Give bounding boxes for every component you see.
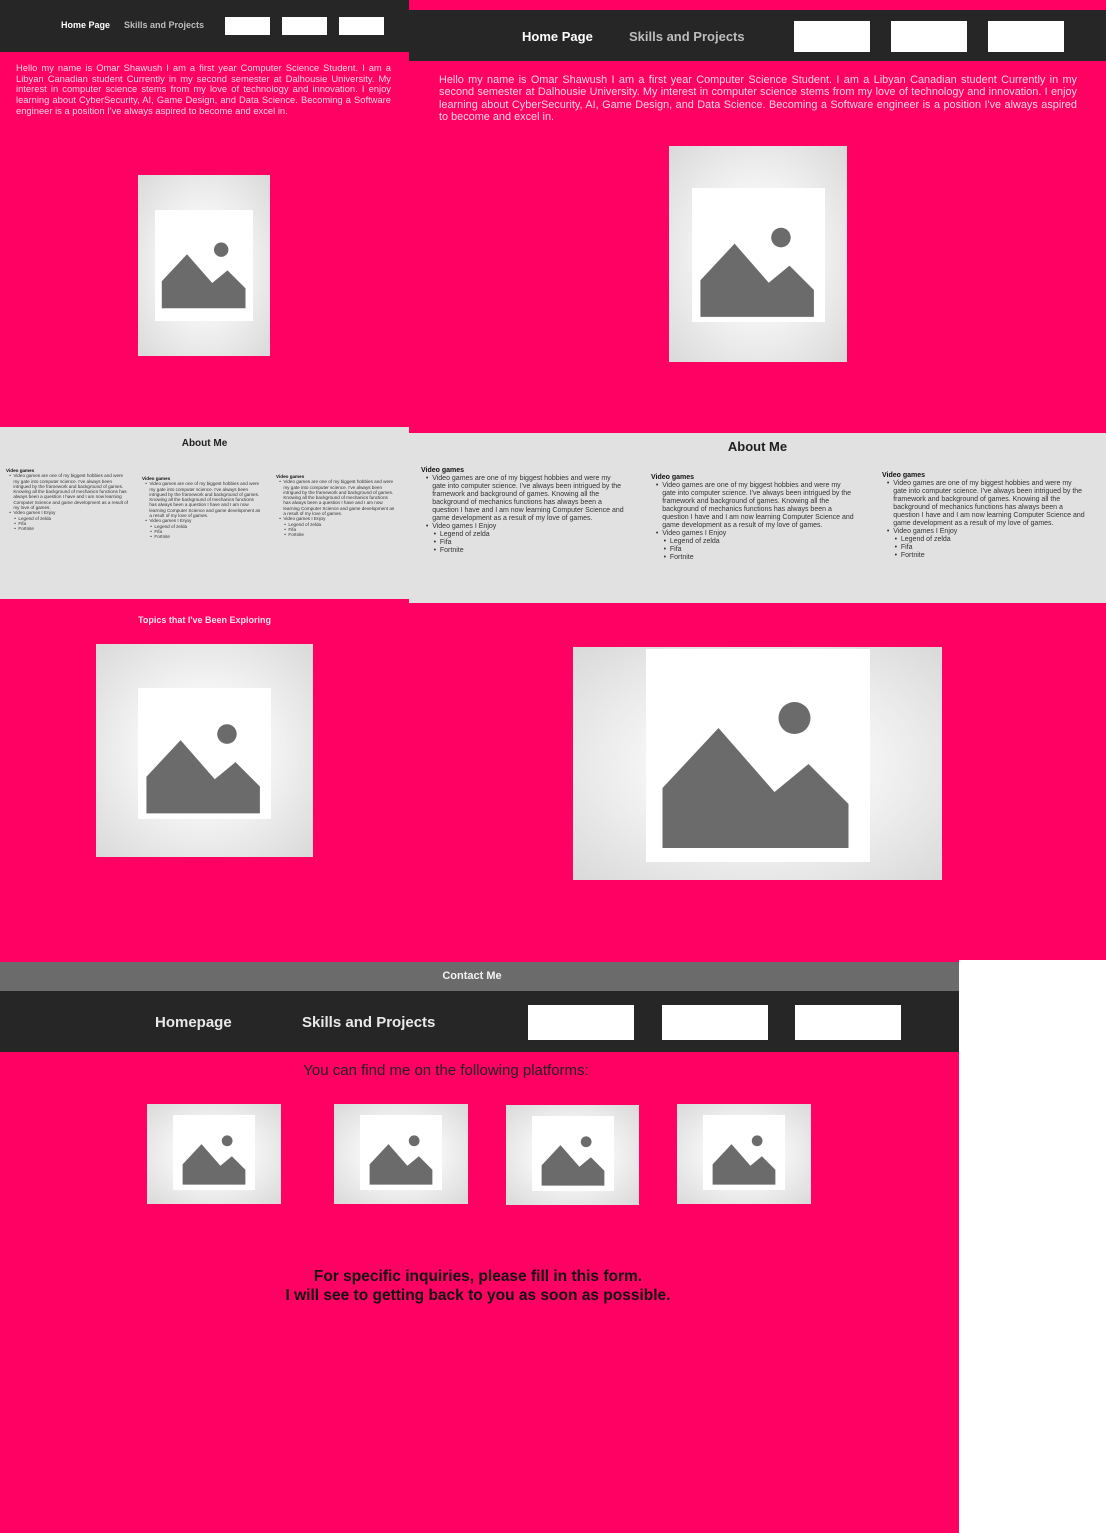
intro-text: Hello my name is Omar Shawush I am a fir… — [16, 62, 391, 116]
platform-link-2[interactable] — [334, 1104, 468, 1204]
image-placeholder-icon — [161, 242, 246, 309]
nav-skills-link[interactable]: Skills and Projects — [124, 20, 204, 30]
topics-image — [96, 644, 313, 857]
about-column: Video games Video games are one of my bi… — [276, 474, 396, 538]
nav-button-3[interactable] — [795, 1005, 901, 1040]
game-item: Fortnite — [14, 526, 128, 532]
topics-image — [573, 647, 942, 880]
about-column: Video games Video games are one of my bi… — [882, 472, 1087, 561]
nav-button-3[interactable] — [339, 17, 384, 35]
about-title: About Me — [727, 439, 788, 454]
about-column: Video games Video games are one of my bi… — [421, 467, 626, 556]
nav-button-1[interactable] — [528, 1005, 634, 1040]
image-placeholder-icon — [712, 1135, 776, 1185]
inquiry-line-2: I will see to getting back to you as soo… — [285, 1286, 671, 1304]
nav-button-3[interactable] — [988, 21, 1064, 52]
nav-home-link[interactable]: Home Page — [522, 29, 593, 44]
nav-button-2[interactable] — [282, 17, 327, 35]
nav-home-link[interactable]: Homepage — [155, 1014, 232, 1031]
column-text: Video games are one of my biggest hobbie… — [656, 482, 856, 530]
nav-button-2[interactable] — [662, 1005, 768, 1040]
column-text: Video games are one of my biggest hobbie… — [9, 473, 128, 510]
nav-button-2[interactable] — [891, 21, 967, 52]
inquiry-line-1: For specific inquiries, please fill in t… — [313, 1268, 643, 1285]
nav-button-1[interactable] — [794, 21, 870, 52]
image-placeholder-icon — [182, 1135, 246, 1185]
game-item: Fortnite — [895, 552, 1087, 560]
image-placeholder-icon — [541, 1136, 605, 1186]
column-text: Video games are one of my biggest hobbie… — [426, 475, 626, 523]
intro-text: Hello my name is Omar Shawush I am a fir… — [439, 74, 1077, 123]
column-enjoy: Video games I Enjoy — [656, 530, 856, 538]
game-item: Fortnite — [664, 554, 856, 562]
game-item: Fortnite — [284, 532, 396, 538]
nav-home-link[interactable]: Home Page — [61, 20, 110, 30]
image-placeholder-icon — [700, 227, 814, 317]
column-text: Video games are one of my biggest hobbie… — [279, 479, 396, 516]
platform-link-4[interactable] — [677, 1104, 811, 1204]
screen2-navbar: Home Page Skills and Projects — [409, 10, 1106, 61]
hero-image — [669, 146, 847, 362]
platform-link-1[interactable] — [147, 1104, 281, 1204]
game-item: Legend of zelda — [434, 531, 626, 539]
nav-skills-link[interactable]: Skills and Projects — [629, 29, 745, 44]
column-text: Video games are one of my biggest hobbie… — [887, 480, 1087, 528]
game-item: Fortnite — [150, 534, 262, 540]
contact-navbar: Homepage Skills and Projects — [0, 991, 959, 1052]
topics-title: Topics that I've Been Exploring — [138, 615, 271, 625]
platform-link-3[interactable] — [506, 1105, 639, 1205]
column-text: Video games are one of my biggest hobbie… — [145, 481, 262, 518]
column-heading: Video games — [651, 474, 695, 481]
image-placeholder-icon — [369, 1135, 433, 1185]
game-item: Fortnite — [434, 547, 626, 555]
about-column: Video games Video games are one of my bi… — [651, 474, 856, 563]
inquiry-text: For specific inquiries, please fill in t… — [0, 1268, 956, 1305]
about-column: Video games Video games are one of my bi… — [142, 476, 262, 540]
column-enjoy: Video games I Enjoy — [887, 528, 1087, 536]
game-item: Legend of zelda — [895, 536, 1087, 544]
hero-image — [138, 175, 270, 356]
game-item: Fifa — [434, 539, 626, 547]
game-item: Fifa — [895, 544, 1087, 552]
game-item: Legend of zelda — [664, 538, 856, 546]
nav-skills-link[interactable]: Skills and Projects — [302, 1014, 435, 1031]
game-item: Fifa — [664, 546, 856, 554]
image-placeholder-icon — [146, 724, 260, 814]
nav-button-1[interactable] — [225, 17, 270, 35]
screen1-navbar: Home Page Skills and Projects — [0, 0, 409, 52]
platforms-text: You can find me on the following platfor… — [303, 1062, 589, 1079]
column-heading: Video games — [882, 472, 926, 479]
image-placeholder-icon — [662, 702, 849, 848]
contact-title: Contact Me — [442, 970, 502, 982]
column-heading: Video games — [421, 467, 465, 474]
about-title: About Me — [181, 438, 228, 449]
column-enjoy: Video games I Enjoy — [426, 523, 626, 531]
about-column: Video games Video games are one of my bi… — [6, 468, 128, 532]
